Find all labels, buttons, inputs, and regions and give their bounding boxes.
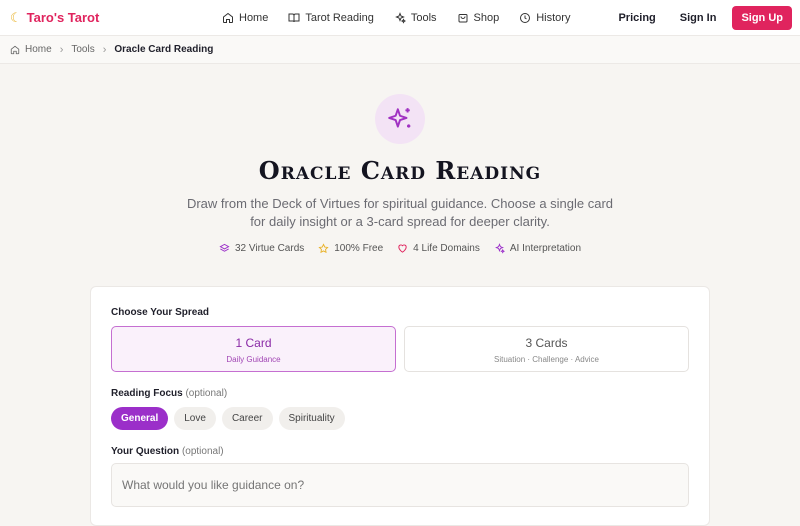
hero-icon-badge xyxy=(375,94,425,144)
spread-option-1-card[interactable]: 1 Card Daily Guidance xyxy=(111,326,396,372)
question-label-text: Your Question xyxy=(111,446,180,457)
feature-virtue-cards: 32 Virtue Cards xyxy=(219,243,304,254)
nav-tools-label: Tools xyxy=(410,12,437,24)
focus-label-text: Reading Focus xyxy=(111,388,183,399)
nav-home[interactable]: Home xyxy=(222,12,268,24)
heart-icon xyxy=(398,244,407,253)
book-icon xyxy=(288,13,300,23)
spread-label: Choose Your Spread xyxy=(111,307,209,318)
breadcrumb-tools[interactable]: Tools xyxy=(71,44,94,55)
feature-free: 100% Free xyxy=(318,243,383,254)
brand-name: Taro's Tarot xyxy=(26,10,100,25)
spread-options: 1 Card Daily Guidance 3 Cards Situation … xyxy=(111,326,689,372)
focus-chip-love[interactable]: Love xyxy=(174,407,216,430)
shop-icon xyxy=(458,14,468,23)
nav-shop[interactable]: Shop xyxy=(457,12,500,24)
breadcrumb-current: Oracle Card Reading xyxy=(114,44,214,55)
nav-history-label: History xyxy=(536,12,571,24)
question-label: Your Question (optional) xyxy=(111,446,689,457)
spread-title: 3 Cards xyxy=(525,336,568,350)
layers-icon xyxy=(219,243,230,252)
home-icon xyxy=(10,45,20,54)
spread-title: 1 Card xyxy=(235,336,272,350)
nav-tools[interactable]: Tools xyxy=(394,12,437,24)
sparkle-icon xyxy=(394,12,406,24)
main-nav: Home Tarot Reading Tools Shop History xyxy=(222,0,570,36)
nav-home-label: Home xyxy=(239,12,269,24)
header-actions: Pricing Sign In Sign Up xyxy=(606,5,792,30)
feature-label: 32 Virtue Cards xyxy=(234,243,305,254)
question-input[interactable] xyxy=(111,463,689,507)
focus-chip-career[interactable]: Career xyxy=(221,407,273,430)
feature-label: 100% Free xyxy=(334,243,384,254)
nav-shop-label: Shop xyxy=(473,12,500,24)
focus-label: Reading Focus (optional) xyxy=(111,388,689,399)
star-icon xyxy=(318,243,329,254)
feature-list: 32 Virtue Cards 100% Free 4 Life Domains… xyxy=(0,243,800,254)
page-title: Oracle Card Reading xyxy=(258,156,542,185)
breadcrumb-home[interactable]: Home xyxy=(10,44,52,55)
sparkle-icon xyxy=(494,243,505,254)
spread-subtitle: Situation · Challenge · Advice xyxy=(494,355,599,364)
feature-ai-interpretation: AI Interpretation xyxy=(494,243,581,254)
focus-options: General Love Career Spirituality xyxy=(111,407,689,430)
hero-section: Oracle Card Reading Draw from the Deck o… xyxy=(0,94,800,254)
sign-in-link[interactable]: Sign In xyxy=(668,12,729,24)
feature-label: AI Interpretation xyxy=(509,243,582,254)
reading-form: Choose Your Spread 1 Card Daily Guidance… xyxy=(90,286,710,526)
home-icon xyxy=(223,12,233,23)
chevron-right-icon: › xyxy=(102,43,107,56)
breadcrumb: Home › Tools › Oracle Card Reading xyxy=(0,36,800,64)
feature-life-domains: 4 Life Domains xyxy=(397,243,480,254)
nav-history[interactable]: History xyxy=(519,12,570,24)
sparkle-icon xyxy=(388,108,411,128)
nav-tarot-reading-label: Tarot Reading xyxy=(305,12,374,24)
focus-optional: (optional) xyxy=(185,388,228,399)
sign-up-button[interactable]: Sign Up xyxy=(732,5,792,30)
brand-logo[interactable]: ☾ Taro's Tarot xyxy=(10,10,99,26)
page-description: Draw from the Deck of Virtues for spirit… xyxy=(186,196,614,229)
question-optional: (optional) xyxy=(181,446,224,457)
focus-chip-spirituality[interactable]: Spirituality xyxy=(278,407,345,430)
spread-subtitle: Daily Guidance xyxy=(226,355,281,364)
focus-chip-general[interactable]: General xyxy=(111,407,169,430)
moon-icon: ☾ xyxy=(10,9,22,25)
breadcrumb-home-label: Home xyxy=(25,44,52,55)
spread-option-3-cards[interactable]: 3 Cards Situation · Challenge · Advice xyxy=(404,326,689,372)
pricing-link[interactable]: Pricing xyxy=(606,12,667,24)
nav-tarot-reading[interactable]: Tarot Reading xyxy=(288,12,374,24)
clock-icon xyxy=(520,13,531,23)
top-nav: ☾ Taro's Tarot Home Tarot Reading Tools … xyxy=(0,0,800,36)
chevron-right-icon: › xyxy=(59,43,64,56)
feature-label: 4 Life Domains xyxy=(413,243,480,254)
